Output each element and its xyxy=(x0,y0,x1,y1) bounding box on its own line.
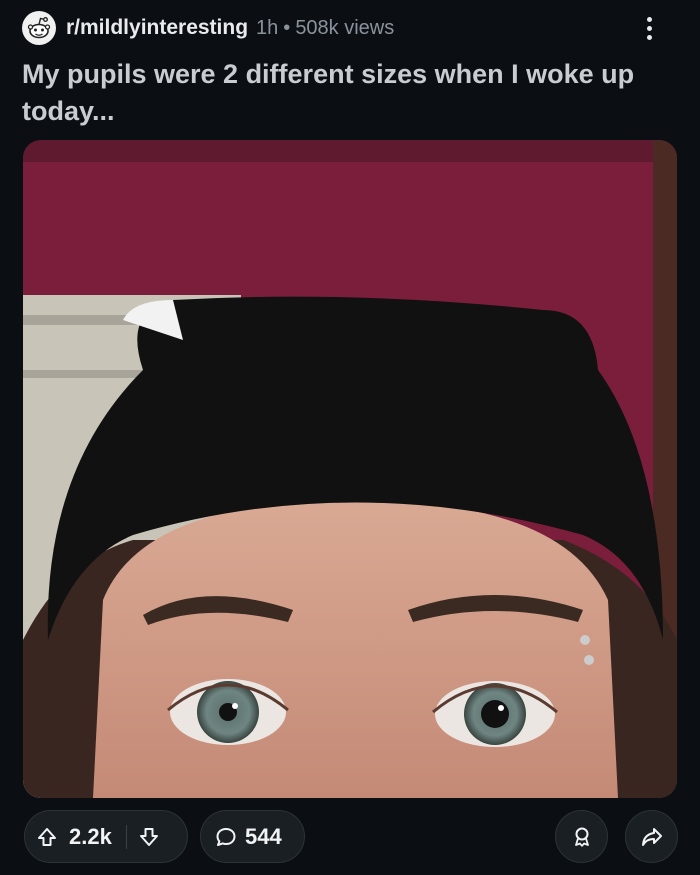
downvote-arrow-icon xyxy=(139,827,158,846)
share-arrow-icon xyxy=(641,827,662,846)
comments-button[interactable]: 544 xyxy=(200,810,305,863)
award-icon xyxy=(574,827,589,847)
view-count: 508k views xyxy=(295,16,395,39)
vote-controls: 2.2k xyxy=(24,810,188,863)
upvote-arrow-icon xyxy=(38,827,56,846)
downvote-button[interactable] xyxy=(127,811,171,862)
post-age: 1h xyxy=(256,16,279,39)
upvote-button[interactable] xyxy=(25,811,69,862)
meta-separator: • xyxy=(283,16,291,39)
subreddit-name[interactable]: r/mildlyinteresting xyxy=(66,16,248,40)
share-button[interactable] xyxy=(625,810,678,863)
reddit-snoo-icon xyxy=(27,17,51,39)
action-bar: 2.2k 544 xyxy=(24,810,678,865)
award-button[interactable] xyxy=(555,810,608,863)
subreddit-avatar[interactable] xyxy=(22,11,56,45)
vote-score: 2.2k xyxy=(69,823,112,849)
comment-bubble-icon xyxy=(216,827,236,846)
post-header: r/mildlyinteresting 1h • 508k views xyxy=(22,10,680,46)
post-title[interactable]: My pupils were 2 different sizes when I … xyxy=(22,56,672,130)
post-meta: 1h • 508k views xyxy=(256,17,394,40)
kebab-menu-icon[interactable] xyxy=(642,10,656,46)
comment-count: 544 xyxy=(245,823,282,849)
post-image[interactable] xyxy=(23,140,677,798)
